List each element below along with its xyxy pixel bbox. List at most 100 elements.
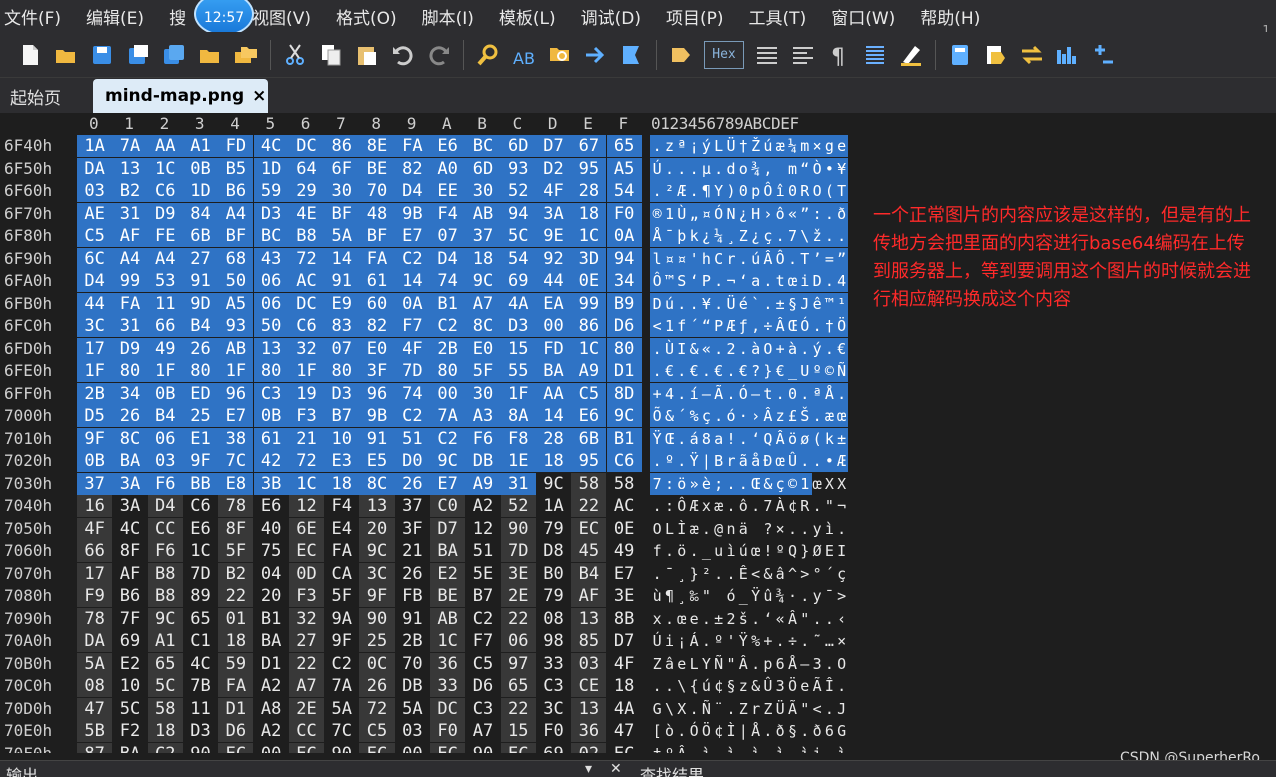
hex-byte[interactable]: 33 xyxy=(536,653,571,675)
hex-byte[interactable]: 2B xyxy=(77,382,113,405)
hex-byte[interactable]: 22 xyxy=(571,495,607,517)
pilcrow-icon[interactable]: ¶ xyxy=(823,38,855,72)
hex-byte[interactable]: 4A xyxy=(500,292,536,315)
hex-byte[interactable]: D4 xyxy=(77,270,113,292)
hex-byte[interactable]: E6 xyxy=(183,518,218,540)
hex-byte[interactable]: 26 xyxy=(112,405,148,427)
ascii-char[interactable]: G xyxy=(834,720,848,742)
hex-byte[interactable]: E6 xyxy=(254,495,289,517)
hex-byte[interactable]: D6 xyxy=(465,675,500,697)
paste-icon[interactable] xyxy=(351,38,383,72)
ascii-char[interactable]: ç xyxy=(834,563,848,585)
hex-byte[interactable]: 64 xyxy=(288,157,325,180)
ascii-char[interactable]: œ xyxy=(834,405,848,427)
hex-byte[interactable]: 6C xyxy=(77,247,113,270)
hex-byte[interactable]: 1F xyxy=(147,360,183,382)
ascii-char[interactable]: . xyxy=(834,225,848,247)
hex-byte[interactable]: 18 xyxy=(324,472,360,495)
hex-byte[interactable]: 3C xyxy=(536,698,571,720)
hex-byte[interactable]: 7C xyxy=(218,450,254,472)
ascii-char[interactable]: O xyxy=(834,653,848,675)
hex-byte[interactable]: 66 xyxy=(77,540,113,562)
hex-byte[interactable]: EC xyxy=(607,743,642,754)
hex-byte[interactable]: 51 xyxy=(394,427,430,450)
hex-byte[interactable]: A4 xyxy=(147,247,183,270)
hex-byte[interactable]: BA xyxy=(254,630,289,652)
hex-byte[interactable]: E5 xyxy=(359,450,395,472)
hex-byte[interactable]: 06 xyxy=(500,630,536,652)
hex-byte[interactable]: 06 xyxy=(253,292,289,315)
hex-byte[interactable]: EC xyxy=(359,742,395,753)
hex-byte[interactable]: 59 xyxy=(253,180,289,202)
hex-byte[interactable]: 9C xyxy=(465,270,501,292)
hex-byte[interactable]: 16 xyxy=(77,495,113,517)
hex-byte[interactable]: 30 xyxy=(465,180,501,202)
hex-byte[interactable]: 0E xyxy=(607,518,642,540)
hex-byte[interactable]: FA xyxy=(359,247,395,270)
hex-byte[interactable]: 3C xyxy=(77,315,113,337)
hex-byte[interactable]: 90 xyxy=(500,517,536,540)
hex-byte[interactable]: D0 xyxy=(394,450,430,472)
hex-byte[interactable]: A7 xyxy=(288,675,325,697)
ascii-char[interactable]: ¬ xyxy=(834,495,848,517)
ascii-char[interactable]: ‹ xyxy=(834,608,848,630)
hex-byte[interactable]: E0 xyxy=(359,337,395,360)
menu-item-3[interactable]: 视图(V) xyxy=(252,4,311,29)
hex-byte[interactable]: 22 xyxy=(500,697,536,720)
hex-byte[interactable]: A8 xyxy=(254,698,289,720)
hex-byte[interactable]: 51 xyxy=(465,540,500,562)
hex-byte[interactable]: 07 xyxy=(324,337,360,360)
hex-byte[interactable]: 10 xyxy=(324,427,360,450)
hex-byte[interactable]: D1 xyxy=(254,653,289,675)
hex-byte[interactable]: F0 xyxy=(536,720,571,742)
hex-byte[interactable]: 7D xyxy=(183,563,218,585)
hex-byte[interactable]: 32 xyxy=(288,607,325,630)
hex-byte[interactable]: 98 xyxy=(536,630,571,652)
hex-byte[interactable]: F6 xyxy=(147,540,183,562)
hex-byte[interactable]: C6 xyxy=(288,315,325,337)
hex-byte[interactable]: 48 xyxy=(359,202,395,225)
hex-byte[interactable]: 9D xyxy=(182,292,219,315)
hex-byte[interactable]: C5 xyxy=(359,720,395,742)
hex-byte[interactable]: 1C xyxy=(147,157,183,180)
hex-byte[interactable]: E7 xyxy=(430,472,466,495)
hex-byte[interactable]: 18 xyxy=(571,202,607,225)
hex-byte[interactable]: 6D xyxy=(500,135,536,157)
hex-byte[interactable]: 6F xyxy=(324,157,360,180)
hex-byte[interactable]: E9 xyxy=(324,292,360,315)
swap-icon[interactable] xyxy=(1016,38,1048,72)
hex-byte[interactable]: 34 xyxy=(112,382,148,405)
hex-byte[interactable]: 00 xyxy=(254,743,289,754)
hex-byte[interactable]: 01 xyxy=(218,607,254,630)
hex-byte[interactable]: 37 xyxy=(465,225,501,247)
hex-byte[interactable]: 65 xyxy=(147,652,183,675)
hex-byte[interactable]: B4 xyxy=(147,405,183,427)
ascii-char[interactable]: X xyxy=(834,473,848,495)
hex-byte[interactable]: 9A xyxy=(324,608,359,630)
hex-byte[interactable]: 9E xyxy=(535,225,572,247)
hex-byte[interactable]: 08 xyxy=(536,608,571,630)
hex-byte[interactable]: D6 xyxy=(218,720,254,742)
hex-byte[interactable]: 94 xyxy=(500,202,536,225)
tag-icon[interactable] xyxy=(665,38,697,72)
hex-byte[interactable]: D1 xyxy=(606,360,642,382)
hex-byte[interactable]: 80 xyxy=(182,360,219,382)
plus-minus-icon[interactable] xyxy=(1088,38,1120,72)
hex-byte[interactable]: C2 xyxy=(324,653,359,675)
hex-byte[interactable]: 70 xyxy=(395,653,430,675)
hex-byte[interactable]: 5F xyxy=(218,540,254,562)
save-all-icon[interactable] xyxy=(158,38,190,72)
hex-byte[interactable]: DB xyxy=(395,675,430,697)
hex-byte[interactable]: 4E xyxy=(288,202,325,225)
hex-byte[interactable]: A4 xyxy=(112,247,148,270)
hex-byte[interactable]: FA xyxy=(112,292,148,315)
hex-byte[interactable]: 49 xyxy=(147,337,183,360)
histogram-icon[interactable] xyxy=(1052,38,1084,72)
hex-byte[interactable]: 06 xyxy=(253,270,289,292)
hex-byte[interactable]: C3 xyxy=(536,675,571,697)
hex-byte[interactable]: 78 xyxy=(218,495,254,517)
hex-byte[interactable]: 22 xyxy=(218,585,254,607)
hex-byte[interactable]: 90 xyxy=(183,743,218,754)
hex-byte[interactable]: BE xyxy=(359,157,395,180)
hex-byte[interactable]: F7 xyxy=(394,315,430,337)
